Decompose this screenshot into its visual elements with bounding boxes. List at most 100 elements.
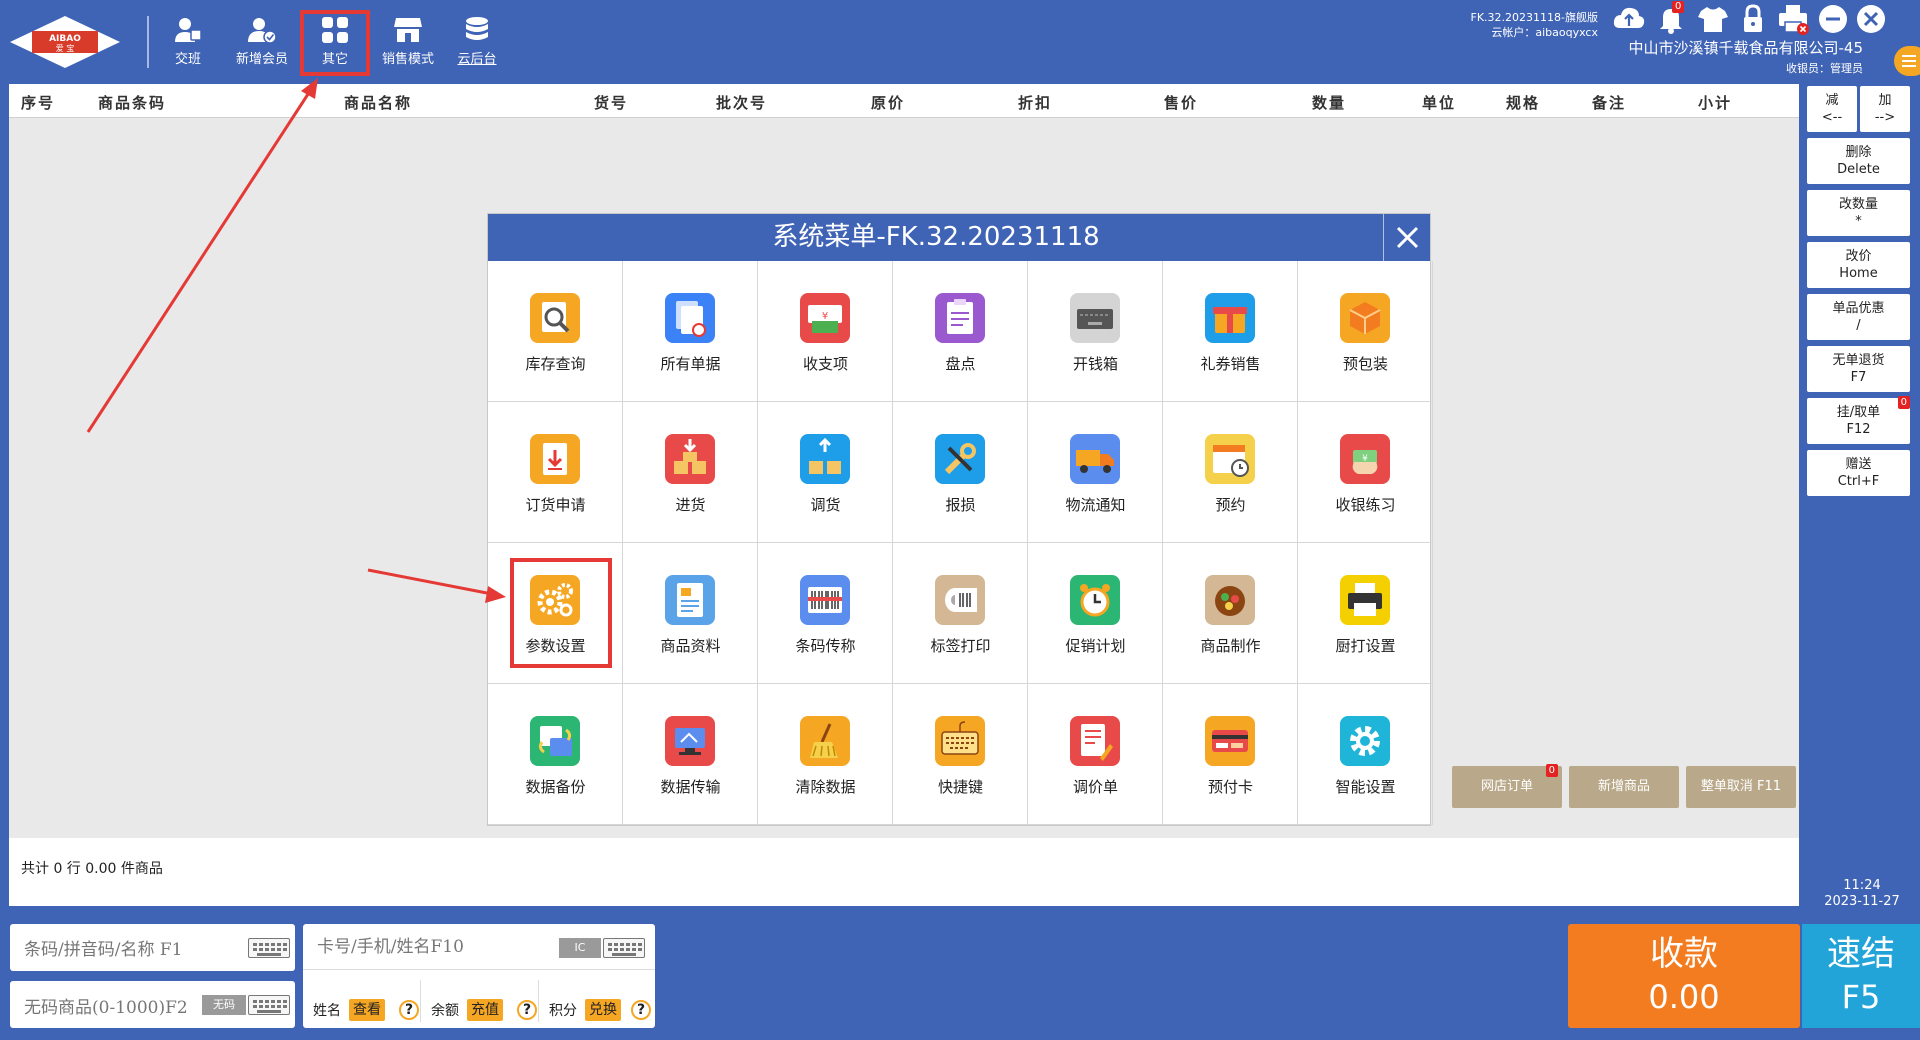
notification-badge: 0 <box>1672 1 1685 13</box>
minimize-icon[interactable] <box>1816 2 1850 36</box>
cart-summary: 共计 0 行 0.00 件商品 <box>21 861 163 877</box>
menu-item-logistics[interactable]: 物流通知 <box>1028 402 1163 543</box>
menu-item-prepackage[interactable]: 预包装 <box>1298 261 1433 402</box>
menu-item-all-documents[interactable]: 所有单据 <box>623 261 758 402</box>
menu-item-inventory-search[interactable]: 库存查询 <box>488 261 623 402</box>
dialog-close-button[interactable] <box>1383 214 1430 261</box>
help-icon[interactable]: ? <box>399 1000 419 1020</box>
store-icon <box>394 18 422 42</box>
change-price-button[interactable]: 改价 Home <box>1807 242 1910 288</box>
col-unit: 单位 <box>1422 94 1457 112</box>
menu-item-label-print[interactable]: 标签打印 <box>893 543 1028 684</box>
logistics-truck-icon <box>1070 434 1120 484</box>
hold-order-button[interactable]: 挂/取单 F12 0 <box>1807 396 1910 444</box>
menu-item-price-adjust[interactable]: 调价单 <box>1028 684 1163 825</box>
no-barcode-placeholder: 无码商品(0-1000)F2 <box>24 998 188 1018</box>
menu-item-prepaid-card[interactable]: 预付卡 <box>1163 684 1298 825</box>
ic-card-button[interactable]: IC <box>559 938 601 958</box>
cancel-order-button[interactable]: 整单取消 F11 <box>1686 766 1796 808</box>
return-no-receipt-button[interactable]: 无单退货 F7 <box>1807 346 1910 392</box>
menu-item-transfer[interactable]: 调货 <box>758 402 893 543</box>
menu-item-clear-data[interactable]: 清除数据 <box>758 684 893 825</box>
online-order-button[interactable]: 网店订单 0 <box>1452 764 1562 808</box>
col-index: 序号 <box>21 94 56 112</box>
barcode-input[interactable]: 条码/拼音码/名称 F1 <box>10 924 295 971</box>
keyboard-icon[interactable] <box>248 938 290 958</box>
handover-button[interactable]: 交班 <box>155 14 221 72</box>
menu-item-order-request[interactable]: 订货申请 <box>488 402 623 543</box>
cloud-upload-icon[interactable] <box>1612 2 1646 36</box>
sales-mode-button[interactable]: 销售模式 <box>374 14 442 72</box>
handover-icon <box>175 18 202 42</box>
quick-settle-label: 速结 <box>1827 934 1895 974</box>
menu-item-data-backup[interactable]: 数据备份 <box>488 684 623 825</box>
col-spec: 规格 <box>1506 94 1541 112</box>
add-member-button[interactable]: 新增会员 <box>229 14 295 72</box>
menu-item-cash-drawer[interactable]: 开钱箱 <box>1028 261 1163 402</box>
decrease-button[interactable]: 减 <-- <box>1807 86 1857 132</box>
product-info-icon <box>665 575 715 625</box>
version-text: FK.32.20231118-旗舰版 <box>1470 11 1599 24</box>
collect-payment-button[interactable]: 收款 0.00 <box>1568 924 1800 1028</box>
cashier-name: 收银员：管理员 <box>1786 62 1863 75</box>
menu-item-appointment[interactable]: 预约 <box>1163 402 1298 543</box>
menu-item-product-making[interactable]: 商品制作 <box>1163 543 1298 684</box>
no-barcode-input[interactable]: 无码商品(0-1000)F2 无码 <box>10 981 295 1028</box>
view-member-button[interactable]: 查看 <box>349 999 385 1021</box>
member-search-input[interactable]: 卡号/手机/姓名F10 IC <box>303 924 655 970</box>
menu-item-parameter-settings[interactable]: 参数设置 <box>488 543 623 684</box>
price-adjust-icon <box>1070 716 1120 766</box>
other-menu-button[interactable]: 其它 <box>300 10 370 76</box>
clock-date: 2023-11-27 <box>1824 894 1900 909</box>
menu-item-product-info[interactable]: 商品资料 <box>623 543 758 684</box>
menu-item-promotion-plan[interactable]: 促销计划 <box>1028 543 1163 684</box>
lock-icon[interactable] <box>1736 2 1770 36</box>
bell-icon[interactable]: 0 <box>1654 1 1688 36</box>
help-icon[interactable]: ? <box>517 1000 537 1020</box>
redeem-button[interactable]: 兑换 <box>585 999 621 1021</box>
keyboard-icon[interactable] <box>248 995 290 1015</box>
keyboard-icon[interactable] <box>603 938 645 958</box>
menu-item-smart-settings[interactable]: 智能设置 <box>1298 684 1433 825</box>
stocktake-icon <box>935 293 985 343</box>
side-menu-tab[interactable] <box>1894 46 1920 76</box>
change-quantity-button[interactable]: 改数量 * <box>1807 190 1910 236</box>
menu-item-gift-voucher[interactable]: 礼券销售 <box>1163 261 1298 402</box>
printer-error-icon[interactable] <box>1776 2 1810 36</box>
shirt-icon[interactable] <box>1696 2 1730 36</box>
item-discount-button[interactable]: 单品优惠 / <box>1807 294 1910 340</box>
col-name: 商品名称 <box>344 94 413 112</box>
cloud-backend-button[interactable]: 云后台 <box>444 14 510 72</box>
cash-drawer-icon <box>1070 293 1120 343</box>
menu-item-barcode-scale[interactable]: 条码传称 <box>758 543 893 684</box>
help-icon[interactable]: ? <box>631 1000 651 1020</box>
menu-item-stocktake[interactable]: 盘点 <box>893 261 1028 402</box>
damage-report-icon <box>935 434 985 484</box>
label-print-icon <box>935 575 985 625</box>
menu-item-cashier-practice[interactable]: ¥ 收银练习 <box>1298 402 1433 543</box>
data-backup-icon <box>530 716 580 766</box>
menu-item-shortcut-keys[interactable]: 快捷键 <box>893 684 1028 825</box>
purchase-icon <box>665 434 715 484</box>
menu-item-damage-report[interactable]: 报损 <box>893 402 1028 543</box>
col-original-price: 原价 <box>871 94 906 112</box>
menu-item-data-transfer[interactable]: 数据传输 <box>623 684 758 825</box>
quick-settle-button[interactable]: 速结 F5 <box>1802 924 1920 1028</box>
new-product-button[interactable]: 新增商品 <box>1569 766 1679 808</box>
menu-item-purchase[interactable]: 进货 <box>623 402 758 543</box>
toolbar-divider <box>147 16 149 68</box>
cloud-database-icon <box>466 17 488 40</box>
delete-button[interactable]: 删除 Delete <box>1807 138 1910 184</box>
prepaid-card-icon <box>1205 716 1255 766</box>
top-toolbar: AIBAO 爱 宝 交班 新增会员 其它 销售模式 云后台 FK.32.2023… <box>0 0 1920 84</box>
increase-button[interactable]: 加 --> <box>1860 86 1910 132</box>
dialog-header: 系统菜单-FK.32.20231118 <box>488 214 1430 261</box>
menu-grid: 库存查询 所有单据 ¥ 收支项 盘点 开钱箱 礼券销售 预包装 订货申请 进货 … <box>488 261 1433 825</box>
gift-button[interactable]: 赠送 Ctrl+F <box>1807 450 1910 496</box>
menu-item-income-expense[interactable]: ¥ 收支项 <box>758 261 893 402</box>
income-expense-icon: ¥ <box>800 293 850 343</box>
recharge-button[interactable]: 充值 <box>467 999 503 1021</box>
close-app-icon[interactable] <box>1854 2 1888 36</box>
collect-label: 收款 <box>1650 934 1718 974</box>
menu-item-kitchen-print[interactable]: 厨打设置 <box>1298 543 1433 684</box>
